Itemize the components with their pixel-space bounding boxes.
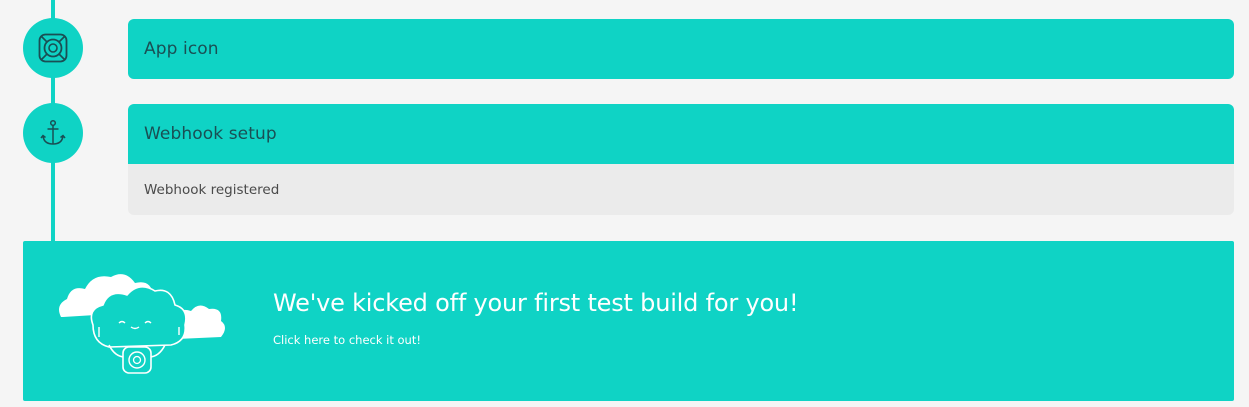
webhook-step-header[interactable]: Webhook setup xyxy=(128,104,1234,164)
anchor-icon xyxy=(40,119,66,145)
app-icon-step-header[interactable]: App icon xyxy=(128,19,1234,79)
webhook-step-icon xyxy=(23,103,83,163)
webhook-step-title: Webhook setup xyxy=(144,124,277,144)
webhook-step-card[interactable]: Webhook setup Webhook registered xyxy=(128,104,1234,215)
webhook-step-detail: Webhook registered xyxy=(128,164,1234,215)
app-icon-icon xyxy=(38,33,68,63)
webhook-status-text: Webhook registered xyxy=(144,181,280,198)
build-setup-page: App icon Webhook setup Webhook registere… xyxy=(0,0,1249,407)
first-build-banner: We've kicked off your first test build f… xyxy=(23,241,1234,401)
app-icon-step-card[interactable]: App icon xyxy=(128,19,1234,79)
app-icon-step-icon xyxy=(23,18,83,78)
app-icon-step-title: App icon xyxy=(144,39,219,59)
check-build-link[interactable]: Click here to check it out! xyxy=(273,333,421,347)
cloud-mascot-icon xyxy=(59,274,225,374)
banner-title: We've kicked off your first test build f… xyxy=(273,289,799,317)
